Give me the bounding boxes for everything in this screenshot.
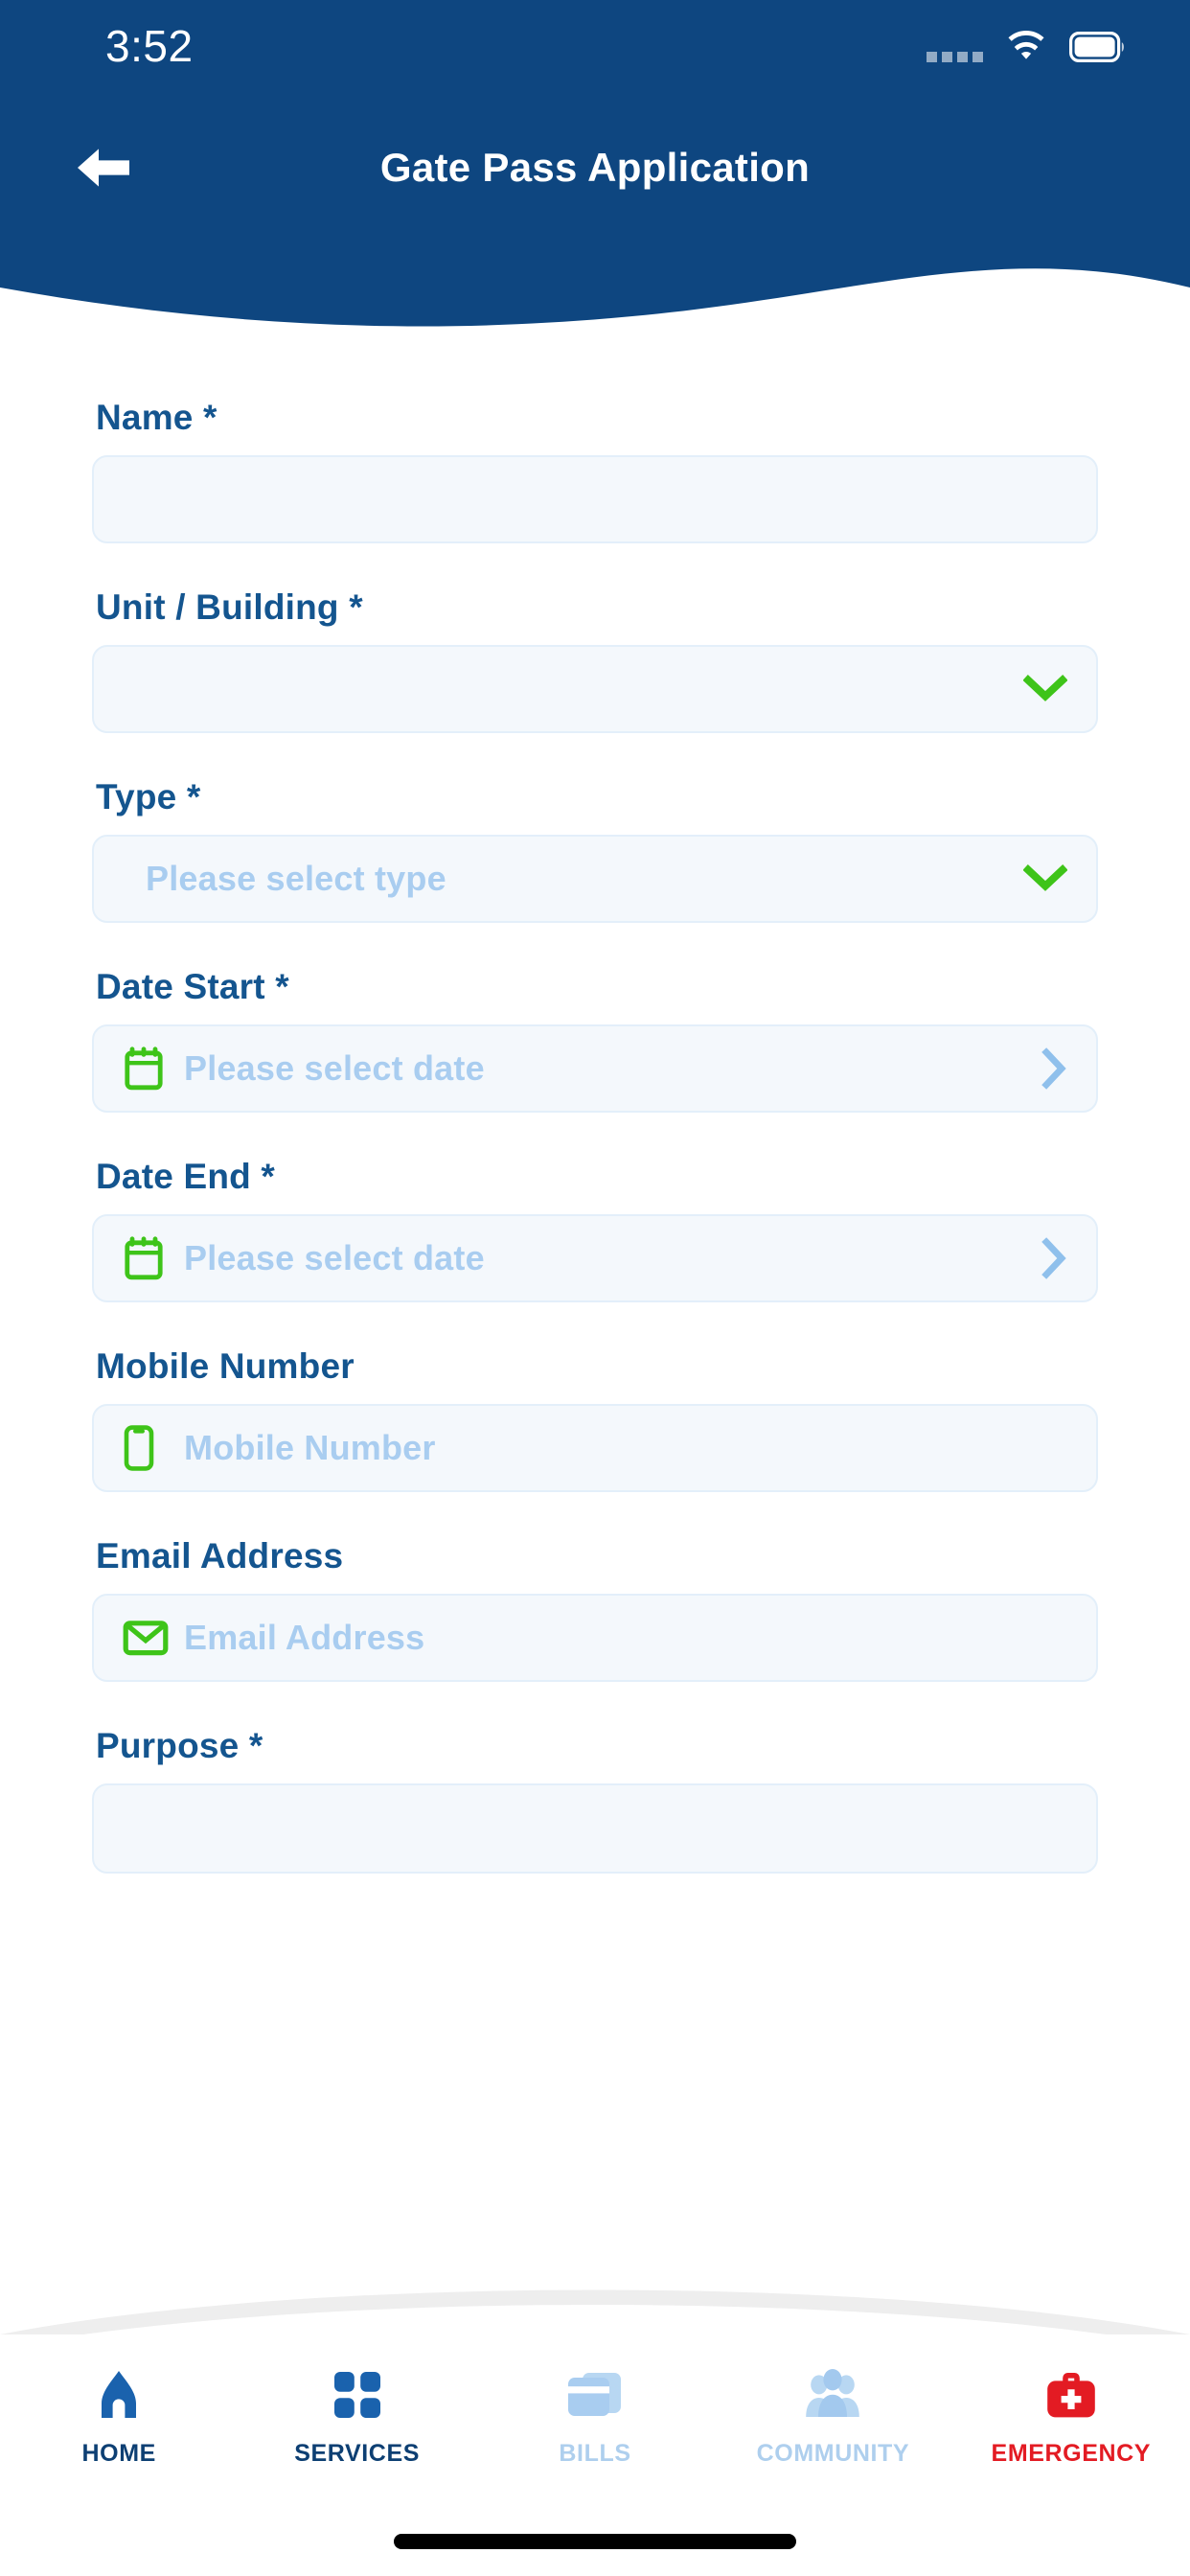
status-indicators <box>927 30 1127 62</box>
mobile-number-placeholder: Mobile Number <box>184 1428 436 1467</box>
page-title: Gate Pass Application <box>379 145 811 190</box>
label-email-address: Email Address <box>96 1536 344 1576</box>
input-email-address[interactable]: Email Address <box>92 1594 1098 1682</box>
home-icon <box>94 2365 144 2425</box>
input-name[interactable] <box>92 455 1098 543</box>
label-date-start: Date Start * <box>96 967 289 1006</box>
nav-item-bills[interactable]: BILLS <box>476 2365 714 2468</box>
label-type: Type * <box>96 777 201 816</box>
gate-pass-form: Name * Unit / Building * Type * Please s… <box>0 374 1190 2348</box>
label-name: Name * <box>96 398 217 437</box>
cards-icon <box>565 2365 625 2425</box>
nav-label-bills: BILLS <box>559 2440 631 2467</box>
field-group-date-end: Date End * Please select date <box>92 1157 1098 1302</box>
field-group-type: Type * Please select type <box>92 777 1098 923</box>
type-placeholder: Please select type <box>146 859 446 898</box>
chevron-down-icon[interactable] <box>1023 864 1067 893</box>
signal-dots-icon <box>927 43 983 62</box>
nav-label-emergency: EMERGENCY <box>991 2440 1152 2467</box>
navigation-bar: Gate Pass Application <box>0 125 1190 211</box>
arrow-left-icon <box>78 149 129 187</box>
medical-bag-icon <box>1044 2365 1098 2425</box>
battery-full-icon <box>1069 32 1124 62</box>
nav-label-community: COMMUNITY <box>756 2440 910 2467</box>
chevron-right-icon[interactable] <box>1041 1236 1067 1280</box>
label-date-end: Date End * <box>96 1157 276 1196</box>
status-bar: 3:52 <box>0 0 1190 92</box>
phone-icon <box>123 1424 184 1472</box>
input-mobile-number[interactable]: Mobile Number <box>92 1404 1098 1492</box>
nav-label-services: SERVICES <box>294 2440 420 2467</box>
wifi-icon <box>1008 30 1044 59</box>
nav-label-home: HOME <box>81 2440 156 2467</box>
picker-date-end[interactable]: Please select date <box>92 1214 1098 1302</box>
calendar-icon <box>123 1046 184 1091</box>
label-purpose: Purpose * <box>96 1726 263 1765</box>
chevron-down-icon[interactable] <box>1023 675 1067 703</box>
nav-item-emergency[interactable]: EMERGENCY <box>952 2365 1190 2468</box>
nav-item-community[interactable]: COMMUNITY <box>714 2365 951 2468</box>
field-group-email-address: Email Address Email Address <box>92 1536 1098 1682</box>
label-unit-building: Unit / Building * <box>96 587 363 627</box>
select-type[interactable]: Please select type <box>92 835 1098 923</box>
email-address-placeholder: Email Address <box>184 1618 425 1657</box>
status-time: 3:52 <box>105 21 194 71</box>
field-group-name: Name * <box>92 398 1098 543</box>
field-group-unit-building: Unit / Building * <box>92 587 1098 733</box>
nav-item-home[interactable]: HOME <box>0 2365 238 2468</box>
bottom-navigation: HOME SERVICES BILLS COMMUNITY EMERGENCY <box>0 2288 1190 2576</box>
grid-squares-icon <box>331 2365 384 2425</box>
picker-date-start[interactable]: Please select date <box>92 1024 1098 1113</box>
field-group-mobile-number: Mobile Number Mobile Number <box>92 1346 1098 1492</box>
field-group-date-start: Date Start * Please select date <box>92 967 1098 1113</box>
people-group-icon <box>803 2365 862 2425</box>
label-mobile-number: Mobile Number <box>96 1346 355 1386</box>
calendar-icon <box>123 1236 184 1280</box>
date-end-placeholder: Please select date <box>184 1238 485 1277</box>
home-indicator-bar[interactable] <box>394 2534 796 2549</box>
envelope-icon <box>123 1619 184 1657</box>
nav-item-services[interactable]: SERVICES <box>238 2365 475 2468</box>
date-start-placeholder: Please select date <box>184 1048 485 1088</box>
back-button[interactable] <box>59 134 146 201</box>
textarea-purpose[interactable] <box>92 1783 1098 1874</box>
app-header: 3:52 Gate Pass Application <box>0 0 1190 383</box>
select-unit-building[interactable] <box>92 645 1098 733</box>
app-screen: 3:52 Gate Pass Application Name * Unit /… <box>0 0 1190 2576</box>
chevron-right-icon[interactable] <box>1041 1046 1067 1091</box>
field-group-purpose: Purpose * <box>92 1726 1098 1874</box>
